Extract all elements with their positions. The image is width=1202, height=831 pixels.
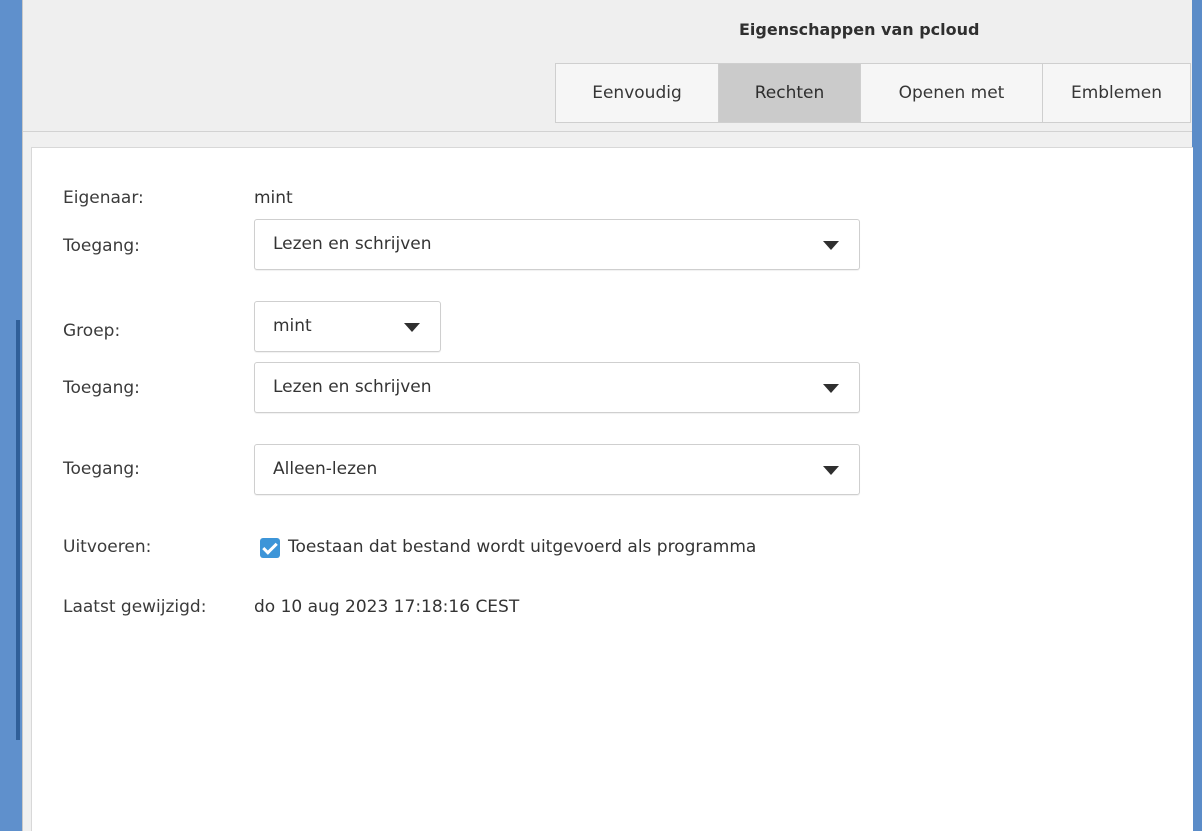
tab-rechten[interactable]: Rechten: [718, 63, 860, 123]
permissions-panel: Eigenaar: mint Toegang: Lezen en schrijv…: [31, 147, 1193, 831]
other-access-label: Toegang:: [63, 459, 140, 479]
modified-value: do 10 aug 2023 17:18:16 CEST: [254, 597, 520, 617]
execute-checkbox-label[interactable]: Toestaan dat bestand wordt uitgevoerd al…: [288, 537, 756, 557]
properties-dialog: Eigenschappen van pcloud Eenvoudig Recht…: [22, 0, 1193, 831]
desktop-edge-shadow: [16, 320, 20, 740]
group-access-value: Lezen en schrijven: [273, 377, 432, 397]
chevron-down-icon: [823, 384, 839, 393]
owner-value: mint: [254, 188, 293, 208]
dialog-titlebar: Eigenschappen van pcloud Eenvoudig Recht…: [23, 0, 1192, 132]
chevron-down-icon: [404, 323, 420, 332]
tab-openen-met[interactable]: Openen met: [860, 63, 1042, 123]
other-access-dropdown[interactable]: Alleen-lezen: [254, 444, 860, 495]
dialog-title: Eigenschappen van pcloud: [739, 20, 980, 39]
execute-label: Uitvoeren:: [63, 537, 152, 557]
tab-eenvoudig[interactable]: Eenvoudig: [555, 63, 718, 123]
group-dropdown[interactable]: mint: [254, 301, 441, 352]
group-value: mint: [273, 316, 312, 336]
check-icon: [262, 539, 278, 555]
owner-access-dropdown[interactable]: Lezen en schrijven: [254, 219, 860, 270]
group-label: Groep:: [63, 321, 121, 341]
tab-emblemen[interactable]: Emblemen: [1042, 63, 1191, 123]
other-access-value: Alleen-lezen: [273, 459, 378, 479]
execute-checkbox[interactable]: [260, 538, 280, 558]
owner-access-value: Lezen en schrijven: [273, 234, 432, 254]
group-access-dropdown[interactable]: Lezen en schrijven: [254, 362, 860, 413]
properties-tabs: Eenvoudig Rechten Openen met Emblemen: [555, 63, 1191, 123]
owner-label: Eigenaar:: [63, 188, 144, 208]
modified-label: Laatst gewijzigd:: [63, 597, 207, 617]
group-access-label: Toegang:: [63, 378, 140, 398]
chevron-down-icon: [823, 466, 839, 475]
chevron-down-icon: [823, 241, 839, 250]
owner-access-label: Toegang:: [63, 236, 140, 256]
